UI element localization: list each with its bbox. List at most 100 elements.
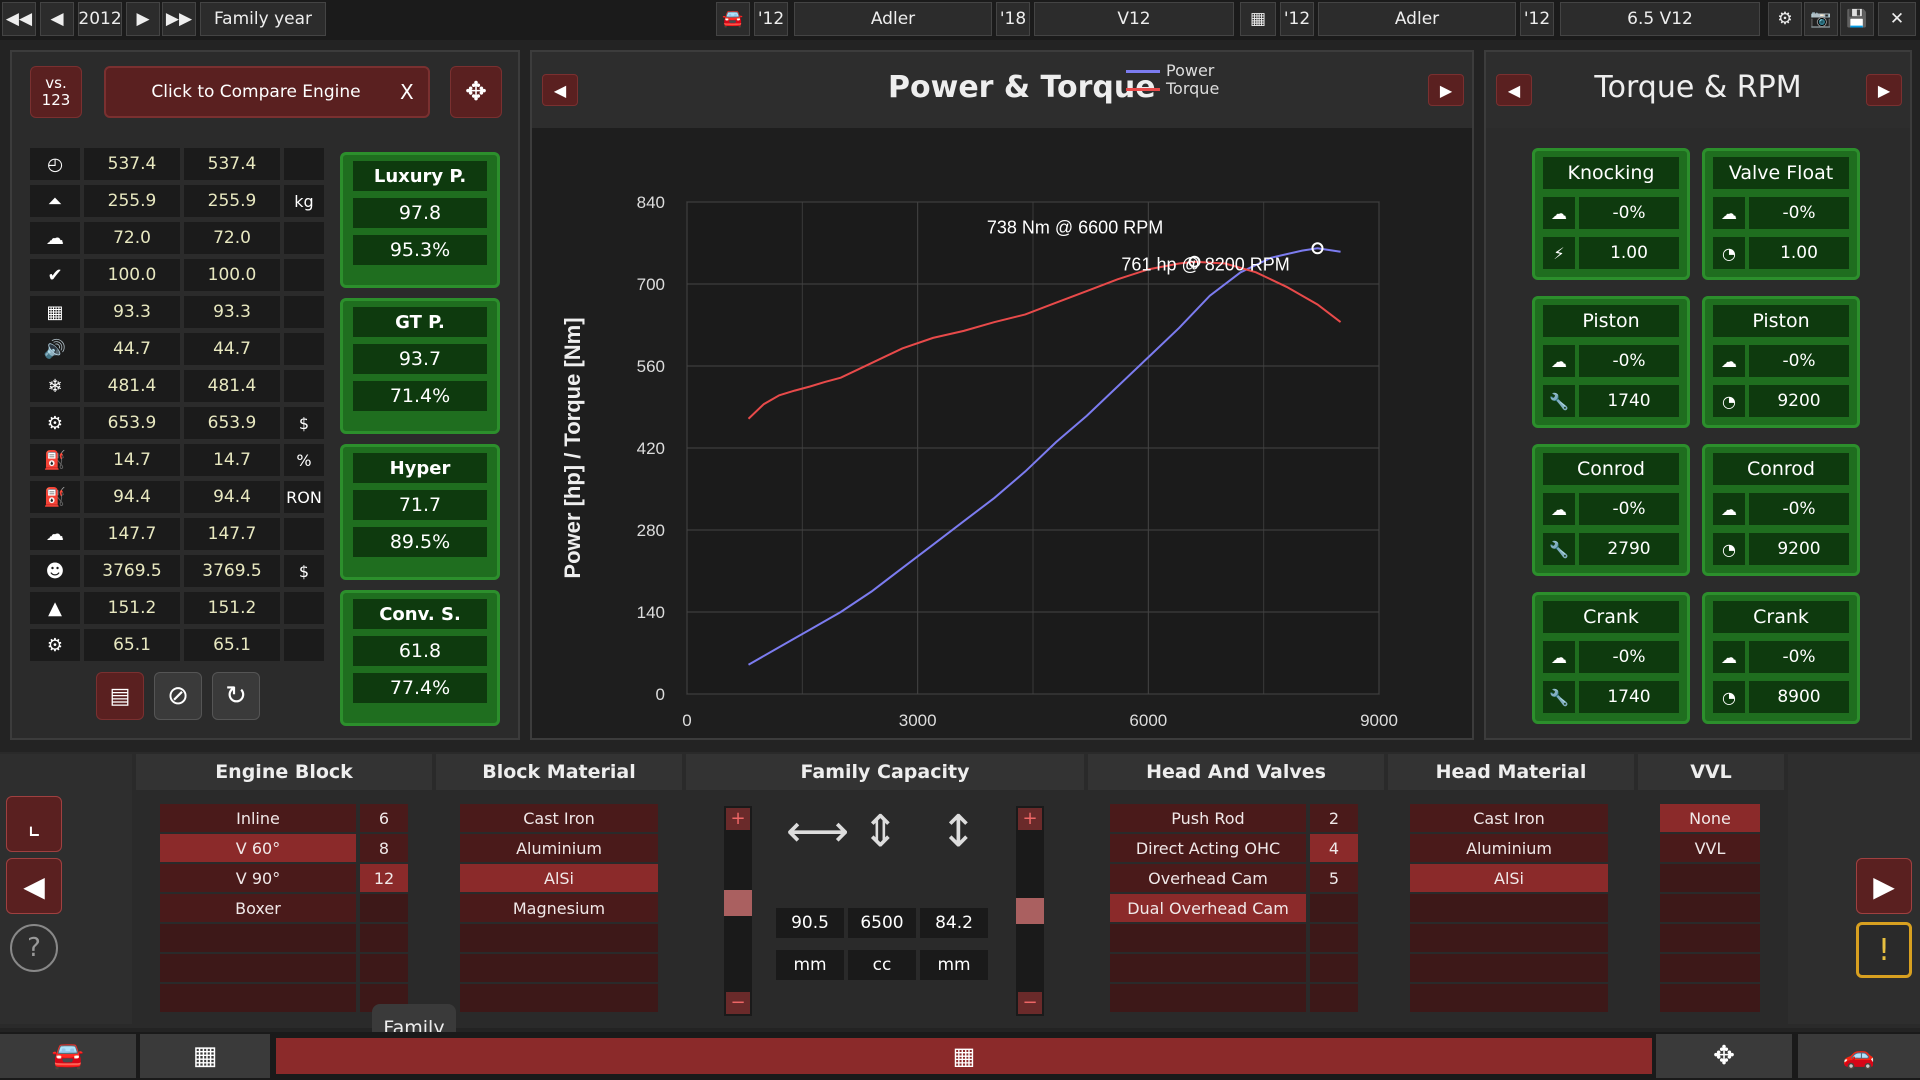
rpm-next-button[interactable]: ▶: [1866, 74, 1902, 106]
empty-slot: [1110, 924, 1306, 952]
cylinder-option[interactable]: 6: [360, 804, 408, 832]
left-variant-name[interactable]: V12: [1034, 2, 1234, 36]
block-material-option[interactable]: AlSi: [460, 864, 658, 892]
warning-icon[interactable]: !: [1856, 922, 1912, 978]
gauge-icon: ◔: [1713, 237, 1745, 269]
bore-slider[interactable]: + −: [724, 806, 752, 1016]
notes-icon[interactable]: ▤: [96, 672, 144, 720]
head-material-option[interactable]: Aluminium: [1410, 834, 1608, 862]
limit-title: Knocking: [1543, 157, 1679, 189]
limit-value: 2790: [1579, 533, 1679, 565]
right-car-name[interactable]: Adler: [1318, 2, 1516, 36]
y-tick-label: 700: [637, 275, 665, 294]
limit-percent: -0%: [1579, 641, 1679, 673]
wrench-icon: 🔧: [1543, 533, 1575, 565]
cost-wrench-icon: ⚙: [30, 407, 80, 439]
car-body-tab-icon[interactable]: 🚘: [0, 1034, 136, 1078]
empty-slot: [460, 984, 658, 1012]
stat-value-b: 65.1: [184, 629, 280, 661]
compare-engine-button[interactable]: Click to Compare Engine X: [104, 66, 430, 118]
car-icon[interactable]: 🚘: [716, 2, 750, 36]
graph-axis-icon[interactable]: ⌞: [6, 796, 62, 852]
car-model-tab-icon[interactable]: 🚗: [1798, 1034, 1920, 1078]
ratings-list: Luxury P. 97.8 95.3% GT P. 93.7 71.4% Hy…: [340, 152, 510, 732]
right-variant-name[interactable]: 6.5 V12: [1560, 2, 1760, 36]
engine-tab-icon[interactable]: ▦: [140, 1034, 270, 1078]
stat-value-a: 537.4: [84, 148, 180, 180]
head-material-option[interactable]: Cast Iron: [1410, 804, 1608, 832]
y-tick-label: 840: [637, 193, 665, 212]
plus-icon[interactable]: +: [726, 808, 750, 830]
slider-thumb[interactable]: [1016, 898, 1044, 924]
cylinder-option[interactable]: 8: [360, 834, 408, 862]
family-name-field[interactable]: Family year: [200, 2, 326, 36]
limit-box: Crank ☁ -0% ◔ 8900: [1702, 592, 1860, 724]
chart-prev-button[interactable]: ◀: [542, 74, 578, 106]
save-icon[interactable]: 💾: [1840, 2, 1874, 36]
empty-slot: [1410, 984, 1608, 1012]
reset-icon[interactable]: ↻: [212, 672, 260, 720]
camera-icon[interactable]: 📷: [1804, 2, 1838, 36]
chart-next-button[interactable]: ▶: [1428, 74, 1464, 106]
vvl-header: VVL: [1638, 754, 1784, 790]
torque-peak-annotation: 738 Nm @ 6600 RPM: [987, 218, 1163, 238]
layout-option[interactable]: V 90°: [160, 864, 356, 892]
fast-forward-icon[interactable]: ▶▶: [162, 2, 196, 36]
valvetrain-option[interactable]: Push Rod: [1110, 804, 1306, 832]
engine-swap-icon[interactable]: ✥: [450, 66, 502, 118]
smoothness-icon: ☁: [1543, 493, 1575, 525]
smoothness-icon: ☁: [1713, 641, 1745, 673]
cylinder-option[interactable]: 12: [360, 864, 408, 892]
reliability-icon: ✔: [30, 259, 80, 291]
plus-icon[interactable]: +: [1018, 808, 1042, 830]
vs-button[interactable]: vs. 123: [30, 66, 82, 118]
valvetrain-option[interactable]: Dual Overhead Cam: [1110, 894, 1306, 922]
layout-option[interactable]: V 60°: [160, 834, 356, 862]
stroke-slider[interactable]: + −: [1016, 806, 1044, 1016]
valve-option[interactable]: 5: [1310, 864, 1358, 892]
smoothness-icon: ☁: [1713, 493, 1745, 525]
rewind-icon[interactable]: ◀◀: [2, 2, 36, 36]
head-material-option[interactable]: AlSi: [1410, 864, 1608, 892]
limit-percent: -0%: [1749, 345, 1849, 377]
engine-family-tab-icon[interactable]: ▦: [276, 1038, 1652, 1074]
previous-year-button[interactable]: ◀: [40, 2, 74, 36]
rpm-prev-button[interactable]: ◀: [1496, 74, 1532, 106]
empty-slot: [1660, 924, 1760, 952]
stat-unit: [284, 222, 324, 254]
vvl-option[interactable]: None: [1660, 804, 1760, 832]
block-material-option[interactable]: Cast Iron: [460, 804, 658, 832]
vvl-option[interactable]: VVL: [1660, 834, 1760, 862]
layout-option[interactable]: Boxer: [160, 894, 356, 922]
minus-icon[interactable]: −: [1018, 992, 1042, 1014]
stat-value-b: 653.9: [184, 407, 280, 439]
rating-score: 71.7: [353, 490, 487, 520]
limit-title: Crank: [1543, 601, 1679, 633]
back-arrow-button[interactable]: ◀: [6, 858, 62, 914]
minus-icon[interactable]: −: [726, 992, 750, 1014]
left-car-name[interactable]: Adler: [794, 2, 992, 36]
stat-value-a: 653.9: [84, 407, 180, 439]
block-material-option[interactable]: Aluminium: [460, 834, 658, 862]
layout-option[interactable]: Inline: [160, 804, 356, 832]
settings-gear-icon[interactable]: ⚙: [1768, 2, 1802, 36]
compare-close-icon[interactable]: X: [400, 80, 414, 104]
empty-slot: [1660, 864, 1760, 892]
valve-option[interactable]: 4: [1310, 834, 1358, 862]
block-material-option[interactable]: Magnesium: [460, 894, 658, 922]
valve-option[interactable]: 2: [1310, 804, 1358, 832]
engine-variant-tab-icon[interactable]: ✥: [1656, 1034, 1792, 1078]
close-icon[interactable]: ✕: [1878, 2, 1916, 36]
x-tick-label: 3000: [899, 711, 937, 730]
engine-icon[interactable]: ▦: [1240, 2, 1276, 36]
anvil-icon: ▲: [30, 592, 80, 624]
valvetrain-option[interactable]: Direct Acting OHC: [1110, 834, 1306, 862]
valvetrain-option[interactable]: Overhead Cam: [1110, 864, 1306, 892]
cancel-icon[interactable]: ⊘: [154, 672, 202, 720]
help-icon[interactable]: ?: [10, 924, 58, 972]
next-arrow-button[interactable]: ▶: [1856, 858, 1912, 914]
stat-value-b: 94.4: [184, 481, 280, 513]
limit-box: Piston ☁ -0% ◔ 9200: [1702, 296, 1860, 428]
slider-thumb[interactable]: [724, 890, 752, 916]
next-year-button[interactable]: ▶: [126, 2, 160, 36]
